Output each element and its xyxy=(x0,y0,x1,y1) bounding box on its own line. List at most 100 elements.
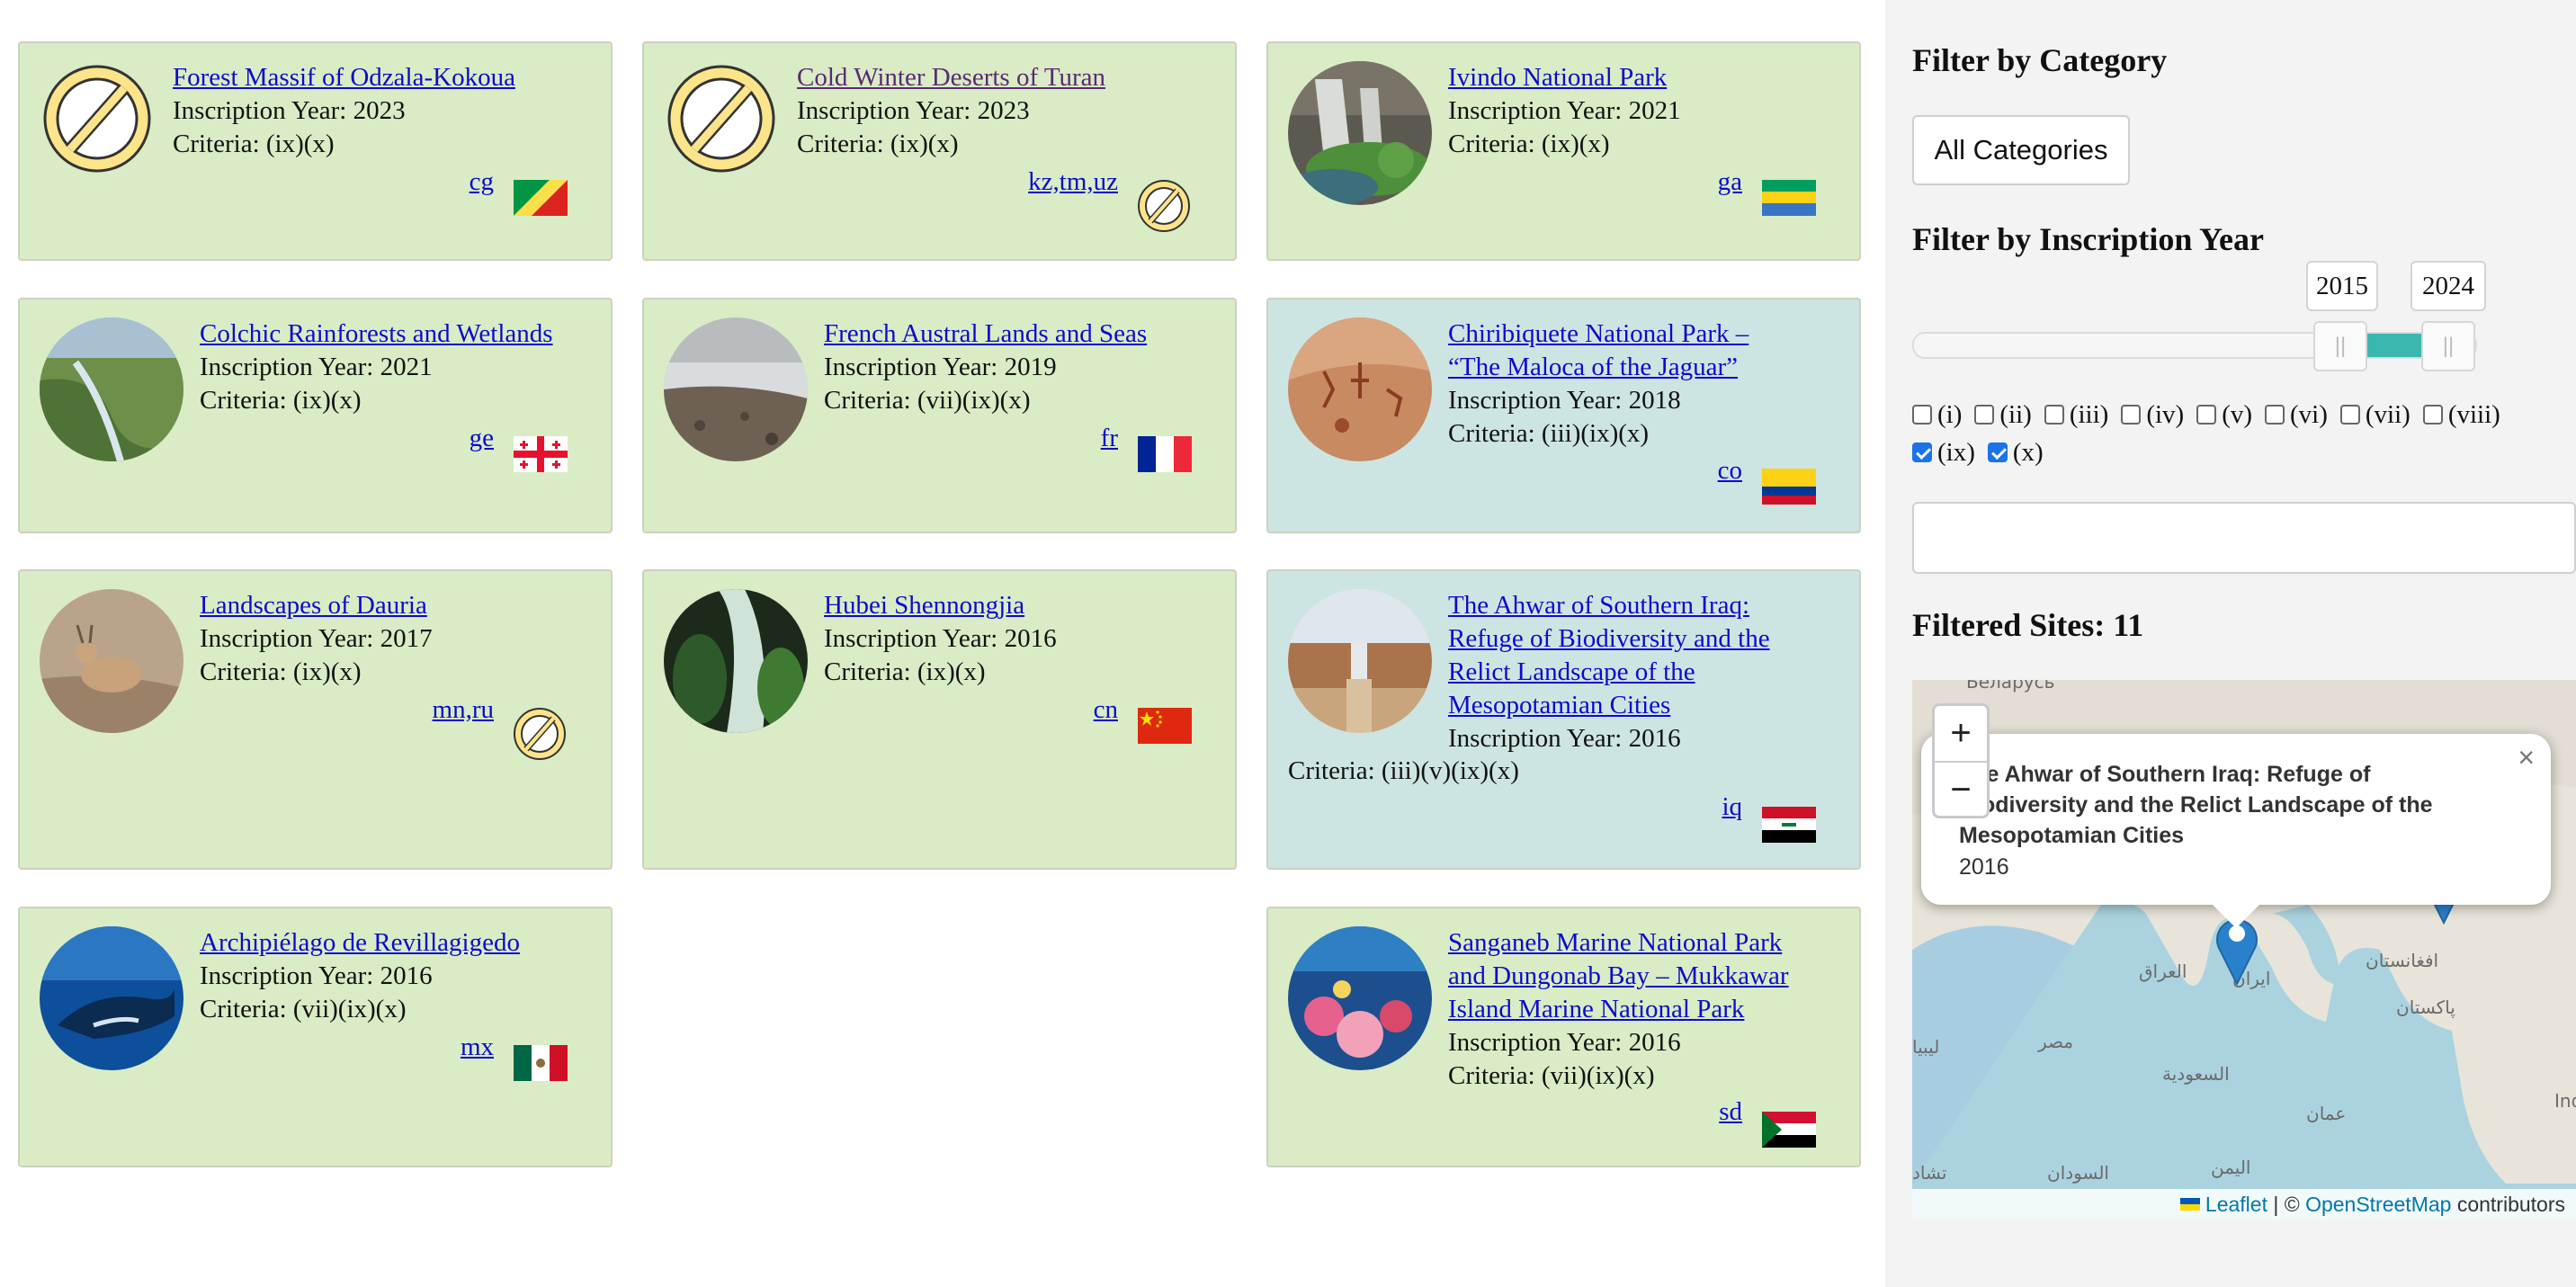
search-input[interactable] xyxy=(1912,502,2576,574)
criteria-text: Criteria: (vii)(ix)(x) xyxy=(1448,1061,1655,1090)
site-name-link[interactable]: Colchic Rainforests and Wetlands xyxy=(200,317,553,351)
criteria-label: (ix) xyxy=(1937,438,1975,467)
year-from-input[interactable]: 2015 xyxy=(2306,261,2378,311)
flag-mx-icon xyxy=(514,1045,568,1081)
no-flag-icon xyxy=(512,706,568,762)
map-label-oman: عمان xyxy=(2306,1103,2347,1124)
inscription-year: Inscription Year: 2023 xyxy=(797,96,1030,125)
popup-title: The Ahwar of Southern Iraq: Refuge of Bi… xyxy=(1959,762,2433,848)
flag-fr-icon xyxy=(1138,436,1192,472)
map-label-iraq: العراق xyxy=(2139,961,2187,982)
country-codes-link[interactable]: mx xyxy=(461,1031,494,1064)
country-codes-link[interactable]: iq xyxy=(1722,791,1742,824)
criteria-checkbox[interactable] xyxy=(1912,442,1932,462)
criteria-option[interactable]: (i) xyxy=(1912,396,1962,433)
criteria-text: Criteria: (iii)(v)(ix)(x) xyxy=(1288,756,1519,785)
criteria-option[interactable]: (iv) xyxy=(2121,396,2184,433)
map-attribution: Leaflet | © OpenStreetMap contributors xyxy=(1912,1189,2576,1220)
criteria-option[interactable]: (x) xyxy=(1987,433,2044,471)
criteria-label: (viii) xyxy=(2447,400,2500,429)
criteria-checkbox[interactable] xyxy=(2422,405,2443,425)
criteria-text: Criteria: (ix)(x) xyxy=(173,130,335,158)
year-range-handle-min[interactable]: || xyxy=(2313,321,2367,371)
ruins-photo xyxy=(1288,589,1432,733)
ukraine-flag-icon xyxy=(2179,1198,2200,1211)
criteria-option[interactable]: (ix) xyxy=(1912,433,1975,471)
criteria-checkbox[interactable] xyxy=(2196,405,2217,425)
site-card: Forest Massif of Odzala-Kokoua Inscripti… xyxy=(18,41,613,261)
criteria-text: Criteria: (ix)(x) xyxy=(797,130,959,158)
popup-close-button[interactable]: × xyxy=(2518,741,2535,774)
criteria-text: Criteria: (ix)(x) xyxy=(200,657,362,686)
site-name-link[interactable]: The Ahwar of Southern Iraq: Refuge of Bio… xyxy=(1448,589,1770,722)
year-filter-heading: Filter by Inscription Year xyxy=(1912,221,2264,257)
inscription-year: Inscription Year: 2021 xyxy=(200,353,433,381)
criteria-checkbox[interactable] xyxy=(2044,405,2064,425)
site-name-link[interactable]: Cold Winter Deserts of Turan xyxy=(797,61,1105,94)
filtered-sites-count: Filtered Sites: 11 xyxy=(1912,607,2144,643)
site-name-link[interactable]: Landscapes of Dauria xyxy=(200,589,433,622)
criteria-checkbox[interactable] xyxy=(2265,405,2285,425)
no-flag-icon xyxy=(1136,178,1192,234)
criteria-option[interactable]: (iii) xyxy=(2044,396,2109,433)
openstreetmap-link[interactable]: OpenStreetMap xyxy=(2305,1193,2451,1217)
no-image-icon xyxy=(664,61,779,176)
sites-map[interactable]: Беларусь العراق ایران افغانستان پاکستان … xyxy=(1912,680,2576,1220)
site-name-link[interactable]: Forest Massif of Odzala-Kokoua xyxy=(173,61,515,94)
criteria-option[interactable]: (viii) xyxy=(2422,396,2500,433)
flag-ga-icon xyxy=(1762,180,1816,216)
criteria-checkbox[interactable] xyxy=(2339,405,2360,425)
criteria-text: Criteria: (ix)(x) xyxy=(1448,130,1610,158)
criteria-option[interactable]: (vii) xyxy=(2339,396,2411,433)
country-codes-link[interactable]: cn xyxy=(1094,693,1118,727)
criteria-checkbox-group: (i) (ii) (iii) (iv) (v) (vi) (vii) (viii) (ix) (x… xyxy=(1912,396,2542,471)
country-codes-link[interactable]: fr xyxy=(1101,422,1118,455)
criteria-option[interactable]: (v) xyxy=(2196,396,2252,433)
coral-photo xyxy=(1288,926,1432,1070)
site-name-link[interactable]: Hubei Shennongjia xyxy=(824,589,1057,622)
attribution-separator: | © xyxy=(2267,1192,2306,1216)
country-codes-link[interactable]: mn,ru xyxy=(433,693,494,727)
country-codes-link[interactable]: co xyxy=(1718,454,1742,487)
criteria-label: (iii) xyxy=(2069,400,2109,429)
year-range-handle-max[interactable]: || xyxy=(2421,321,2475,371)
zoom-control: + − xyxy=(1932,703,1990,818)
site-name-link[interactable]: Ivindo National Park xyxy=(1448,61,1681,94)
site-name-link[interactable]: French Austral Lands and Seas xyxy=(824,317,1147,351)
map-label-chad: تشاد xyxy=(1912,1162,1947,1184)
zoom-out-button[interactable]: − xyxy=(1935,763,1987,818)
criteria-option[interactable]: (vi) xyxy=(2265,396,2328,433)
site-name-link[interactable]: Archipiélago de Revillagigedo xyxy=(200,926,520,960)
map-label-afghanistan: افغانستان xyxy=(2366,950,2439,971)
country-codes-link[interactable]: ge xyxy=(470,422,494,455)
whale-photo xyxy=(40,926,183,1070)
year-to-input[interactable]: 2024 xyxy=(2411,261,2486,311)
country-codes-link[interactable]: sd xyxy=(1719,1095,1742,1129)
criteria-checkbox[interactable] xyxy=(2121,405,2142,425)
criteria-checkbox[interactable] xyxy=(1912,405,1932,425)
site-name-link[interactable]: Sanganeb Marine National Park and Dungona… xyxy=(1448,926,1789,1026)
wetland-photo xyxy=(40,317,183,461)
site-card: Hubei Shennongjia Inscription Year: 2016… xyxy=(642,569,1237,870)
cave-photo xyxy=(664,589,808,733)
criteria-option[interactable]: (ii) xyxy=(1974,396,2032,433)
coast-photo xyxy=(664,317,808,461)
criteria-label: (v) xyxy=(2222,400,2253,429)
criteria-text: Criteria: (ix)(x) xyxy=(824,657,986,686)
country-codes-link[interactable]: kz,tm,uz xyxy=(1028,165,1118,199)
country-codes-link[interactable]: ga xyxy=(1718,165,1742,199)
filter-sidebar: Filter by Category All Categories Filter… xyxy=(1885,0,2576,1287)
zoom-in-button[interactable]: + xyxy=(1935,706,1987,763)
site-name-link[interactable]: Chiribiquete National Park – “The Maloca … xyxy=(1448,317,1749,384)
category-select[interactable]: All Categories xyxy=(1912,115,2130,185)
map-label-libya: ليبيا xyxy=(1912,1036,1940,1058)
criteria-checkbox[interactable] xyxy=(1987,442,2008,462)
criteria-checkbox[interactable] xyxy=(1974,405,1995,425)
site-card: Ivindo National Park Inscription Year: 2… xyxy=(1266,41,1861,261)
leaflet-link[interactable]: Leaflet xyxy=(2205,1193,2267,1217)
site-card: Chiribiquete National Park – “The Maloca … xyxy=(1266,298,1861,533)
site-card: Colchic Rainforests and Wetlands Inscrip… xyxy=(18,298,613,533)
map-label-india: Ind xyxy=(2554,1090,2576,1112)
category-filter-heading: Filter by Category xyxy=(1912,42,2168,78)
country-codes-link[interactable]: cg xyxy=(470,165,494,199)
